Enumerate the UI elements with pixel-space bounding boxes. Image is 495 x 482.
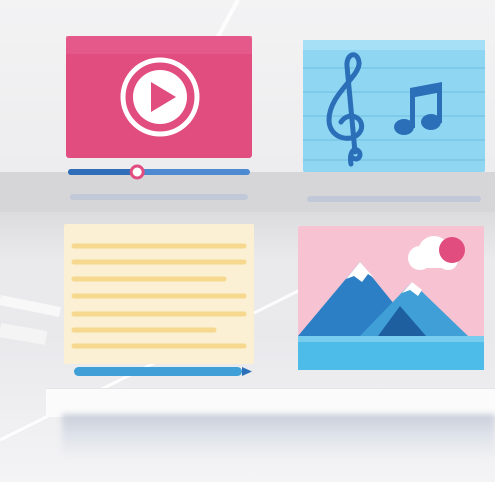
media-library-illustration <box>0 0 495 482</box>
video-progress-knob[interactable] <box>129 164 145 180</box>
base-platform-shadow <box>62 414 495 458</box>
play-icon <box>120 57 200 137</box>
image-tile[interactable] <box>298 226 484 370</box>
document-tile[interactable] <box>64 224 254 384</box>
sun-icon <box>439 237 465 263</box>
video-progress-bar[interactable] <box>68 164 250 180</box>
music-tile[interactable] <box>303 40 485 204</box>
base-platform <box>46 388 495 417</box>
video-tile[interactable] <box>66 36 252 204</box>
pen-icon <box>74 367 252 376</box>
